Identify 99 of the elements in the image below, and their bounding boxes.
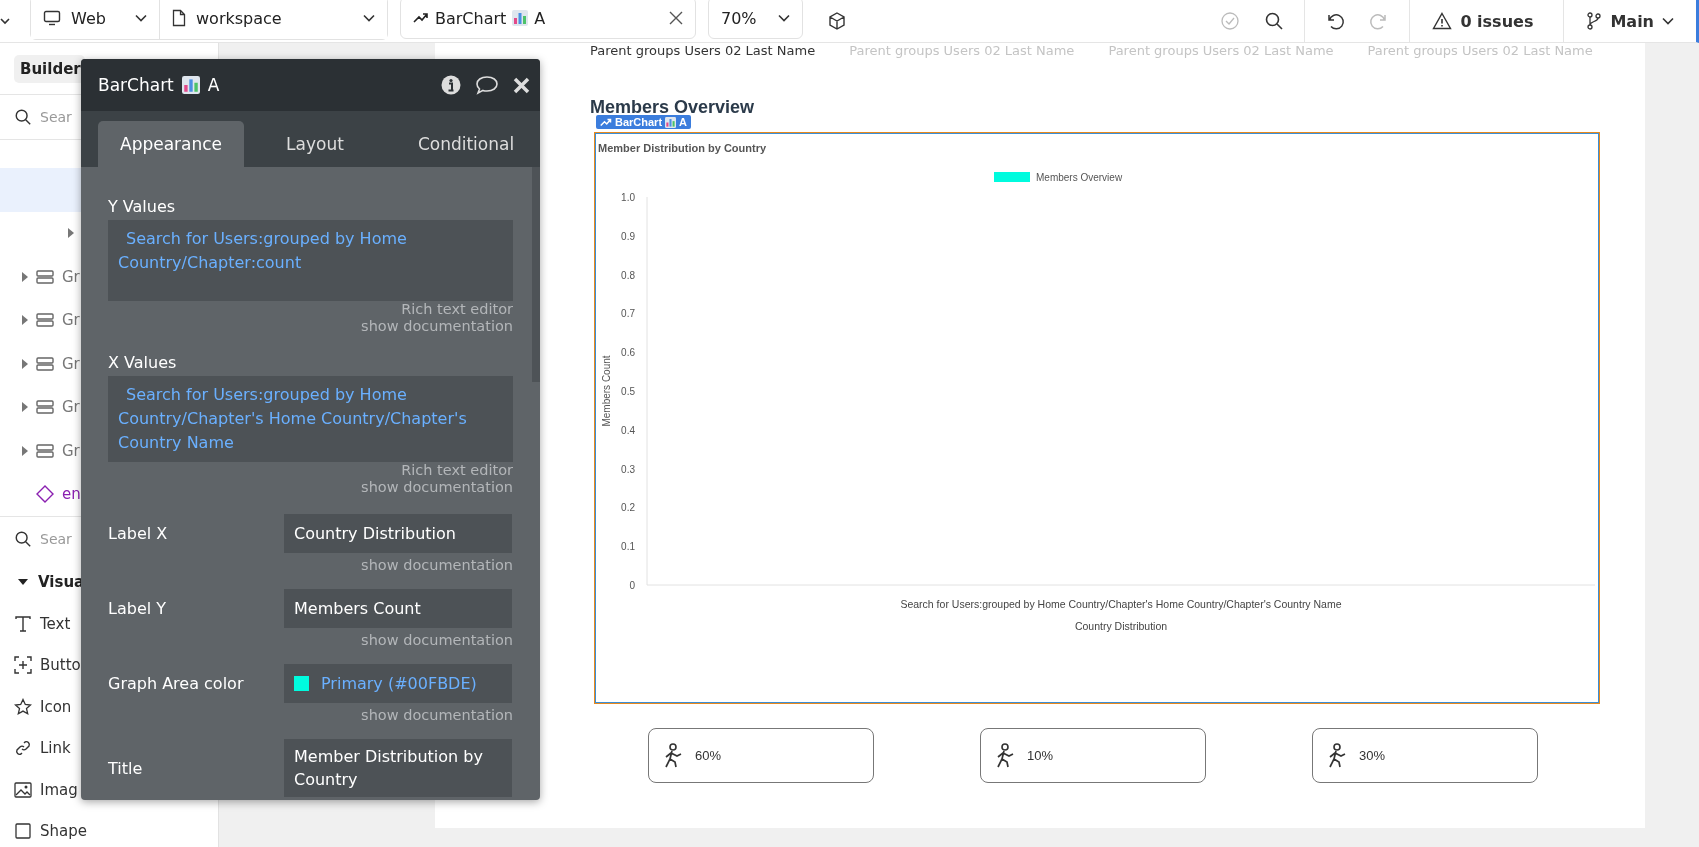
chart-title: Member Distribution by Country: [598, 142, 767, 154]
x-axis-title: Country Distribution: [1074, 620, 1168, 632]
palette-item[interactable]: Shape: [40, 822, 87, 841]
expression-field[interactable]: Search for Users:grouped by Home Country/Chapter:count: [108, 220, 513, 301]
comment-icon[interactable]: [475, 75, 499, 95]
group-icon: [36, 356, 54, 371]
scrollbar-thumb[interactable]: [532, 167, 540, 382]
bar-chart-icon: [181, 76, 200, 94]
square-icon: [14, 822, 32, 841]
panel-title-suffix: A: [207, 75, 220, 95]
tree-item[interactable]: en: [62, 485, 81, 504]
caret-right-icon[interactable]: [68, 228, 74, 239]
tree-item[interactable]: Gr: [62, 311, 80, 330]
property-label: Graph Area color: [108, 674, 245, 693]
plus-frame-icon: [14, 656, 32, 675]
chevron-down-icon: [363, 14, 375, 22]
property-label: Label X: [108, 524, 169, 543]
axis-tick-label: 1.0: [621, 192, 635, 203]
branch-dropdown[interactable]: Main: [1572, 11, 1696, 31]
page-dropdown[interactable]: workspace: [159, 0, 387, 39]
zoom-dropdown[interactable]: 70%: [708, 0, 803, 39]
caret-right-icon[interactable]: [22, 271, 28, 282]
close-icon[interactable]: [669, 11, 683, 25]
search-field[interactable]: Sear: [40, 531, 78, 547]
property-label: Label Y: [108, 599, 168, 618]
palette-item[interactable]: Imag: [40, 780, 78, 799]
input-field[interactable]: Country Distribution: [284, 514, 512, 553]
info-icon[interactable]: [441, 75, 461, 95]
stat-value: 60%: [695, 748, 722, 763]
caret-right-icon[interactable]: [22, 445, 28, 456]
link-icon: [14, 739, 32, 758]
palette-item[interactable]: Link: [40, 739, 71, 758]
group-icon: [36, 443, 54, 458]
y-axis-title: Members Count: [601, 355, 612, 427]
axis-tick-label: 0: [629, 580, 635, 591]
trend-up-icon: [413, 12, 429, 24]
bar-chart-icon: [512, 10, 529, 26]
axis-tick-label: 0.9: [621, 230, 635, 242]
axis-tick-label: 0.4: [621, 424, 635, 436]
stat-value: 10%: [1027, 748, 1054, 763]
search-field[interactable]: Sear: [40, 109, 78, 125]
legend-label: Members Overview: [1036, 172, 1123, 183]
axis-category-label: Search for Users:grouped by Home Country/Chapter's Home Country/Chapter's Country Name: [900, 598, 1342, 610]
chevron-down-icon: [778, 14, 790, 22]
axis-tick-label: 0.8: [621, 269, 635, 281]
cube-icon[interactable]: [827, 11, 847, 31]
caret-right-icon[interactable]: [22, 315, 28, 326]
axis-tick-label: 0.2: [621, 502, 635, 514]
palette-item[interactable]: Butto: [40, 656, 81, 675]
monitor-icon: [43, 10, 61, 26]
caret-right-icon[interactable]: [22, 358, 28, 369]
caret-down-icon[interactable]: [18, 579, 28, 585]
input-field[interactable]: Member Distribution by Country: [284, 739, 512, 797]
input-field[interactable]: Members Count: [284, 589, 512, 628]
panel-title: BarChart: [98, 75, 174, 95]
chevron-down-icon[interactable]: [0, 17, 10, 25]
group-icon: [36, 313, 54, 328]
tree-item[interactable]: Gr: [62, 398, 80, 417]
search-icon: [14, 108, 32, 126]
axis-tick-label: 0.1: [621, 541, 635, 553]
tree-item[interactable]: Gr: [62, 354, 80, 373]
axis-tick-label: 0.5: [621, 386, 635, 397]
chevron-down-icon: [1662, 17, 1674, 25]
panel-tab[interactable]: Conditional: [375, 121, 540, 167]
caret-right-icon[interactable]: [22, 402, 28, 413]
search-icon: [14, 530, 32, 548]
star-icon: [14, 697, 32, 716]
chevron-down-icon: [135, 14, 147, 22]
group-icon: [36, 269, 54, 284]
axis-tick-label: 0.3: [621, 463, 635, 475]
property-label: Y Values: [108, 197, 177, 216]
check-circle-icon[interactable]: [1220, 11, 1241, 31]
axis-tick-label: 0.7: [621, 308, 635, 320]
axis-tick-label: 0.6: [621, 347, 635, 359]
page-icon: [172, 9, 186, 27]
tree-item[interactable]: Gr: [62, 267, 80, 286]
search-icon[interactable]: [1264, 11, 1285, 31]
element-badge[interactable]: BarChart A: [596, 115, 692, 129]
issues-button[interactable]: 0 issues: [1418, 11, 1556, 31]
branch-icon: [1586, 12, 1603, 30]
expression-field[interactable]: Search for Users:grouped by Home Country/Chapter's Home Country/Chapter's Country Name: [108, 376, 513, 462]
image-icon: [14, 780, 32, 799]
stat-value: 30%: [1359, 748, 1386, 763]
builder-tab[interactable]: Builder: [14, 54, 85, 83]
text-icon: [14, 614, 32, 633]
palette-item[interactable]: Icon: [40, 697, 72, 716]
warning-icon: [1432, 12, 1453, 30]
element-selector[interactable]: BarChart A: [400, 0, 696, 39]
property-label: X Values: [108, 353, 178, 372]
panel-tab[interactable]: Layout: [244, 121, 376, 167]
undo-icon[interactable]: [1325, 11, 1346, 31]
diamond-icon: [36, 485, 54, 504]
palette-item[interactable]: Text: [40, 614, 71, 633]
panel-tab[interactable]: Appearance: [98, 121, 245, 167]
tree-item[interactable]: Gr: [62, 441, 80, 460]
section-heading: Members Overview: [590, 97, 756, 118]
property-label: Title: [108, 758, 144, 778]
canvas-tab[interactable]: Parent groups Users 02 Last Name: [590, 43, 816, 59]
group-icon: [36, 400, 54, 415]
